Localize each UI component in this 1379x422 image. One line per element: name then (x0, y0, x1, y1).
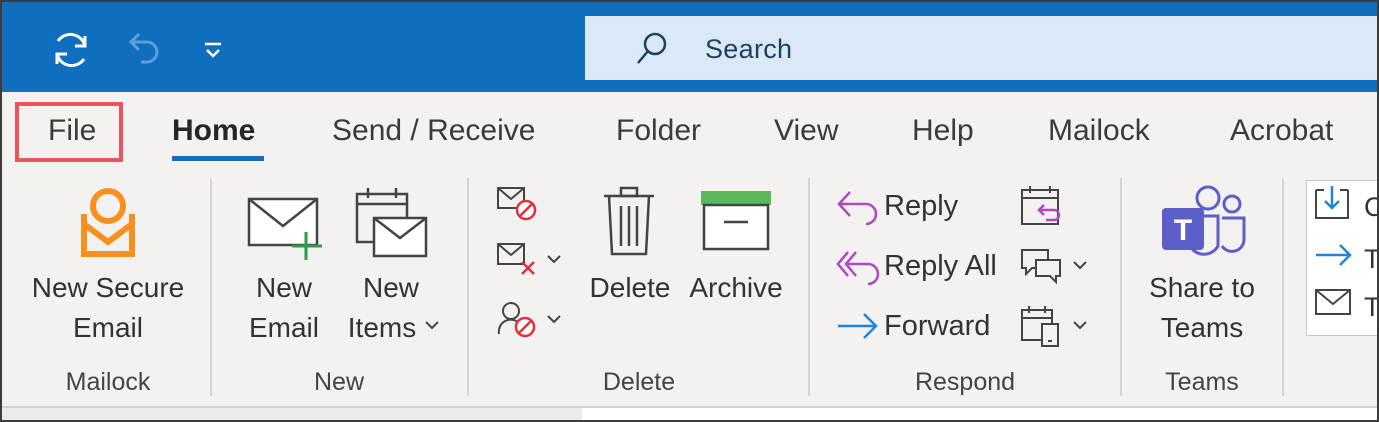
customize-quick-access-button[interactable] (188, 24, 238, 76)
group-separator (808, 178, 810, 396)
group-label-respond: Respond (914, 368, 1016, 396)
meeting-device-icon (1021, 306, 1059, 347)
arrow-right-icon (1316, 244, 1352, 266)
reply-icon (837, 191, 878, 226)
archive-icon (701, 191, 771, 251)
new-secure-email-label-1: New Secure (31, 272, 185, 303)
sync-button[interactable] (46, 24, 96, 76)
reply-label: Reply (884, 190, 959, 222)
new-email-icon (247, 197, 322, 260)
new-items-icon (355, 188, 428, 258)
folder-pane-edge (2, 408, 582, 420)
mail-icon (1315, 289, 1351, 315)
archive-label: Archive (689, 272, 783, 303)
clean-up-icon (497, 243, 535, 275)
quick-step-label: C (1364, 192, 1377, 223)
share-to-teams-label-1: Share to (1149, 272, 1255, 303)
tab-help[interactable]: Help (912, 114, 974, 148)
new-secure-email-label-2: Email (72, 312, 143, 343)
move-to-icon (1315, 186, 1349, 219)
quick-step-label: T (1364, 292, 1379, 322)
group-label-mailock: Mailock (65, 368, 151, 396)
search-icon (637, 32, 667, 64)
new-items-label-2: Items (347, 312, 417, 343)
chevron-down-icon (547, 255, 561, 264)
teams-icon: T (1162, 185, 1246, 256)
junk-icon (497, 302, 536, 338)
group-separator (210, 178, 212, 396)
sync-icon (55, 32, 87, 68)
chat-icon (1021, 249, 1061, 285)
group-label-delete: Delete (602, 368, 676, 396)
ignore-icon[interactable] (496, 186, 540, 222)
quick-step-label: T (1364, 244, 1379, 274)
new-email-label-1: New (255, 272, 312, 303)
group-separator (467, 178, 469, 396)
new-items-label-1: New (362, 272, 419, 303)
tab-view[interactable]: View (774, 114, 838, 148)
search-placeholder: Search (705, 34, 793, 64)
forward-icon (838, 313, 878, 339)
forward-label: Forward (884, 310, 991, 342)
outlook-window: Search File Home Send / Receive Folder V… (0, 0, 1379, 422)
share-to-teams-label-2: Teams (1160, 312, 1244, 343)
mailock-icon (81, 188, 135, 257)
delete-label: Delete (589, 272, 671, 303)
chevron-down-icon (425, 321, 439, 330)
title-bar: Search (2, 2, 1377, 92)
reply-all-icon (836, 251, 880, 286)
group-separator (1120, 178, 1122, 396)
meeting-reply-icon[interactable] (1020, 184, 1064, 228)
group-label-new: New (313, 368, 364, 396)
tab-folder[interactable]: Folder (616, 114, 701, 148)
trash-icon (604, 186, 654, 256)
chevron-down-icon (1073, 321, 1087, 330)
undo-icon (128, 32, 159, 64)
group-label-teams: Teams (1165, 368, 1239, 396)
chevron-down-icon (547, 315, 561, 324)
tab-mailock[interactable]: Mailock (1048, 114, 1150, 148)
search-box[interactable]: Search (585, 16, 1377, 80)
group-separator (1282, 178, 1284, 396)
active-tab-indicator (172, 156, 264, 161)
tab-home[interactable]: Home (172, 114, 255, 148)
chevron-down-icon (1073, 261, 1087, 270)
tab-acrobat[interactable]: Acrobat (1230, 114, 1333, 148)
svg-text:T: T (1174, 214, 1192, 247)
tab-send-receive[interactable]: Send / Receive (332, 114, 535, 148)
new-email-label-2: Email (248, 312, 319, 343)
file-tab-highlight (15, 102, 123, 162)
reply-all-label: Reply All (884, 250, 997, 282)
undo-button[interactable] (118, 24, 168, 76)
customize-quick-access-icon (205, 42, 221, 58)
